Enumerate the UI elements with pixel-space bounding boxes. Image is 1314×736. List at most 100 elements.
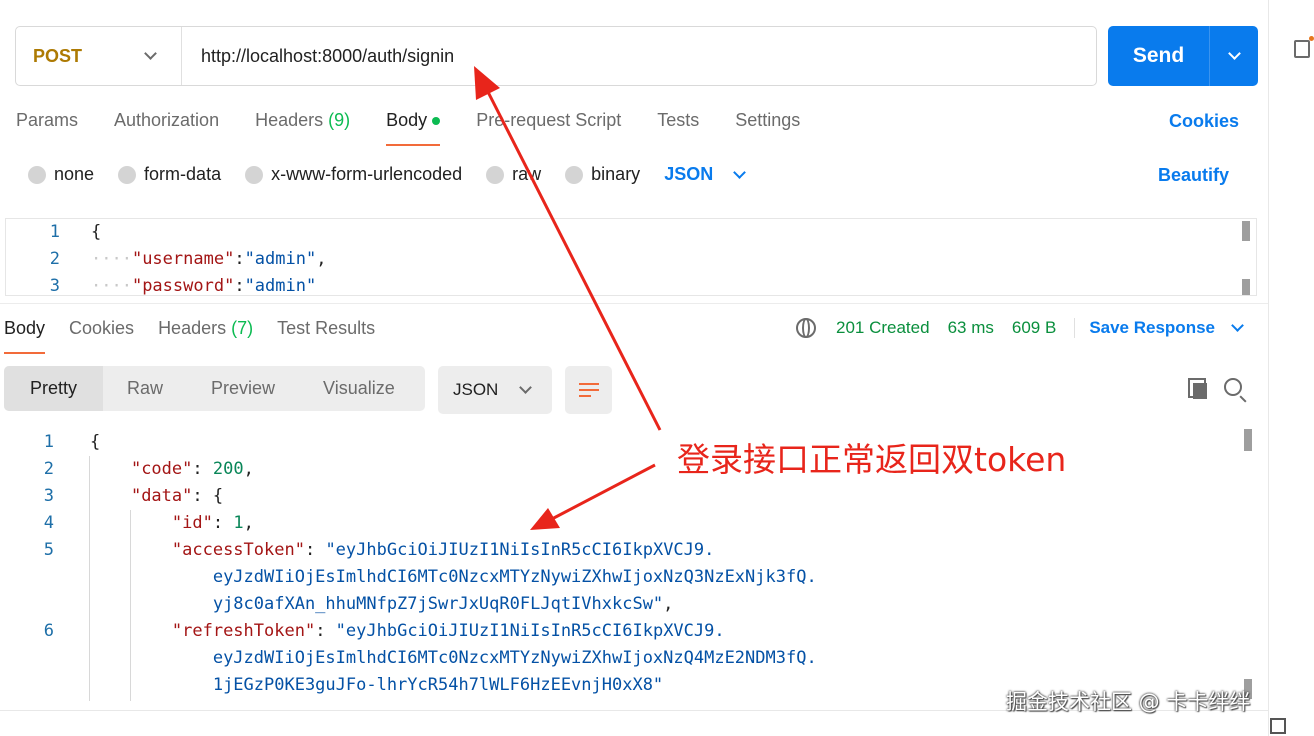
json-key: "password" [131, 276, 235, 296]
json-value: "eyJhbGciOiJIUzI1NiIsInR5cCI6IkpXVCJ9. [335, 621, 725, 641]
save-response-button[interactable]: Save Response [1089, 318, 1244, 338]
wrap-lines-button[interactable] [565, 366, 612, 414]
url-input[interactable]: http://localhost:8000/auth/signin [201, 46, 454, 67]
scrollbar-thumb-bottom[interactable] [1242, 279, 1250, 295]
radio-circle [565, 165, 584, 184]
send-button[interactable]: Send [1108, 26, 1258, 86]
json-value: "eyJhbGciOiJIUzI1NiIsInR5cCI6IkpXVCJ9. [325, 540, 715, 560]
headers-count: (9) [328, 110, 351, 130]
view-raw[interactable]: Raw [103, 366, 187, 411]
radio-form-data[interactable]: form-data [118, 164, 221, 185]
chevron-down-icon [519, 381, 532, 394]
radio-x-www-form-urlencoded[interactable]: x-www-form-urlencoded [245, 164, 462, 185]
response-body-viewer[interactable]: 1 { 2 "code": 200, 3 "data": { 4 "id": 1… [0, 429, 1258, 701]
headers-count: (7) [231, 318, 254, 338]
tab-tests[interactable]: Tests [657, 110, 699, 146]
line-number: 6 [43, 621, 54, 641]
method-select[interactable]: POST [16, 27, 182, 85]
search-icon[interactable] [1224, 378, 1242, 396]
watermark: 掘金技术社区 @ 卡卡绊绊 [1006, 690, 1251, 714]
radio-circle [118, 165, 137, 184]
chevron-down-icon [1227, 47, 1241, 60]
json-value: 200 [212, 459, 244, 479]
code-line: 1 { [0, 429, 1258, 456]
tab-pre-request-script[interactable]: Pre-request Script [476, 110, 621, 146]
scrollbar-thumb[interactable] [1242, 221, 1250, 241]
send-dropdown[interactable] [1210, 47, 1258, 60]
chevron-down-icon [1231, 319, 1244, 332]
json-value: 1 [233, 513, 244, 533]
view-mode-group: Pretty Raw Preview Visualize [4, 366, 425, 411]
method-label: POST [33, 45, 83, 66]
status-code[interactable]: 201 Created [836, 318, 930, 338]
code-line: 2 ····"username":"admin", [6, 246, 1256, 273]
radio-binary[interactable]: binary [565, 164, 640, 185]
json-key: "data" [130, 486, 193, 506]
request-body-editor[interactable]: 1 { 2 ····"username":"admin", 3 ····"pas… [5, 218, 1257, 296]
code-line-wrap: eyJzdWIiOjEsImlhdCI6MTc0NzcxMTYzNywiZXhw… [0, 564, 1258, 591]
cookies-link[interactable]: Cookies [1169, 111, 1239, 132]
pane-divider[interactable] [0, 303, 1268, 304]
response-status-bar: 201 Created 63 ms 609 B Save Response [796, 318, 1244, 338]
line-number: 3 [49, 276, 60, 296]
line-number: 1 [49, 222, 60, 242]
scrollbar-thumb[interactable] [1244, 429, 1252, 451]
json-key: "code" [130, 459, 193, 479]
chevron-down-icon [144, 47, 157, 60]
json-key: "accessToken" [171, 540, 305, 560]
view-visualize[interactable]: Visualize [299, 366, 419, 411]
json-value: "admin" [244, 276, 317, 296]
code-line: 1 { [6, 219, 1256, 246]
radio-none[interactable]: none [28, 164, 94, 185]
json-value: "admin" [244, 249, 317, 269]
json-key: "refreshToken" [171, 621, 316, 641]
send-label: Send [1132, 44, 1185, 67]
response-size[interactable]: 609 B [1012, 318, 1056, 338]
code-line: 5 "accessToken": "eyJhbGciOiJIUzI1NiIsIn… [0, 537, 1258, 564]
chevron-down-icon [733, 165, 747, 179]
radio-circle [28, 165, 46, 184]
response-tabs: Body Cookies Headers (7) Test Results [4, 318, 399, 354]
wrap-lines-icon [578, 383, 599, 385]
status-dot-icon [432, 117, 441, 126]
separator [1074, 318, 1076, 338]
tab-response-cookies[interactable]: Cookies [69, 318, 134, 354]
copy-icon[interactable] [1188, 378, 1208, 400]
code-line: 3 ····"password":"admin" [6, 273, 1256, 296]
code-line-wrap: eyJzdWIiOjEsImlhdCI6MTc0NzcxMTYzNywiZXhw… [0, 645, 1258, 672]
response-time[interactable]: 63 ms [948, 318, 994, 338]
response-format-select[interactable]: JSON [438, 366, 552, 414]
annotation-text: 登录接口正常返回双token [677, 440, 1067, 479]
radio-circle [245, 165, 264, 184]
globe-icon[interactable] [796, 318, 816, 338]
line-number: 2 [49, 249, 60, 269]
view-preview[interactable]: Preview [187, 366, 299, 411]
tab-response-body[interactable]: Body [4, 318, 46, 354]
tab-body[interactable]: Body [386, 110, 441, 146]
line-number: 2 [43, 459, 54, 479]
tab-headers[interactable]: Headers (9) [255, 110, 350, 146]
radio-raw[interactable]: raw [486, 164, 541, 185]
json-value: yj8c0afXAn_hhuMNfpZ7jSwrJxUqR0FLJqtIVhxk… [212, 594, 664, 614]
line-number: 5 [43, 540, 54, 560]
tab-params[interactable]: Params [16, 110, 78, 146]
request-bar: POST http://localhost:8000/auth/signin [15, 26, 1097, 86]
tab-authorization[interactable]: Authorization [114, 110, 219, 146]
tab-settings[interactable]: Settings [735, 110, 800, 146]
json-key: "id" [171, 513, 213, 533]
body-type-radios: none form-data x-www-form-urlencoded raw… [28, 164, 747, 185]
view-pretty[interactable]: Pretty [4, 366, 103, 411]
context-bar-icon[interactable] [1294, 36, 1314, 58]
code-line: 3 "data": { [0, 483, 1258, 510]
line-number: 3 [43, 486, 54, 506]
beautify-link[interactable]: Beautify [1158, 165, 1229, 186]
body-format-select[interactable]: JSON [664, 164, 747, 185]
line-number: 4 [43, 513, 54, 533]
tab-response-headers[interactable]: Headers (7) [158, 318, 253, 354]
json-value: eyJzdWIiOjEsImlhdCI6MTc0NzcxMTYzNywiZXhw… [212, 567, 817, 587]
indent-guide [130, 510, 131, 701]
tab-test-results[interactable]: Test Results [277, 318, 375, 354]
code-line: 2 "code": 200, [0, 456, 1258, 483]
code-line-wrap: yj8c0afXAn_hhuMNfpZ7jSwrJxUqR0FLJqtIVhxk… [212, 594, 674, 614]
layout-icon[interactable] [1270, 718, 1286, 734]
